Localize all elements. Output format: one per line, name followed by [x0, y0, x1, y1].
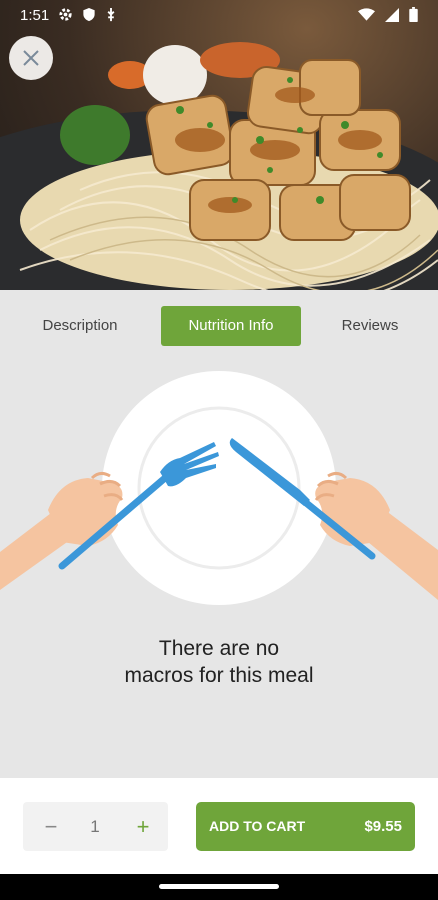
no-macros-line-2: macros for this meal: [124, 664, 314, 687]
shield-icon: [83, 7, 95, 22]
status-time: 1:51: [20, 7, 50, 24]
meal-details-panel: Description Nutrition Info Reviews There…: [0, 290, 438, 778]
no-macros-message: There are no macros for this meal: [0, 635, 438, 689]
right-hand: [314, 471, 438, 600]
cart-price: $9.55: [364, 818, 402, 835]
add-to-cart-button[interactable]: ADD TO CART $9.55: [196, 802, 415, 851]
increase-quantity-button[interactable]: +: [123, 802, 163, 851]
quantity-value: 1: [90, 817, 100, 836]
tab-description[interactable]: Description: [20, 306, 140, 346]
tab-nutrition-info[interactable]: Nutrition Info: [161, 306, 301, 346]
decrease-quantity-button[interactable]: −: [31, 802, 71, 851]
tab-reviews[interactable]: Reviews: [310, 306, 430, 346]
system-navigation-bar: [0, 874, 438, 900]
usb-icon: [107, 7, 115, 22]
status-bar: 1:51: [0, 0, 438, 30]
home-gesture-handle[interactable]: [159, 884, 279, 889]
close-button[interactable]: [9, 36, 53, 80]
empty-plate-illustration: [0, 371, 438, 605]
battery-icon: [409, 7, 418, 22]
wifi-icon: [358, 7, 375, 21]
cart-bar: − 1 + ADD TO CART $9.55: [0, 778, 438, 874]
quantity-stepper: − 1 +: [23, 802, 168, 851]
no-macros-line-1: There are no: [158, 637, 280, 660]
meal-photo: [0, 0, 438, 290]
signal-icon: [385, 7, 399, 22]
close-icon: [23, 50, 39, 66]
add-to-cart-label: ADD TO CART: [209, 818, 306, 834]
gear-icon: [59, 8, 72, 21]
plate: [102, 371, 336, 605]
meal-photo-illustration: [0, 42, 438, 290]
